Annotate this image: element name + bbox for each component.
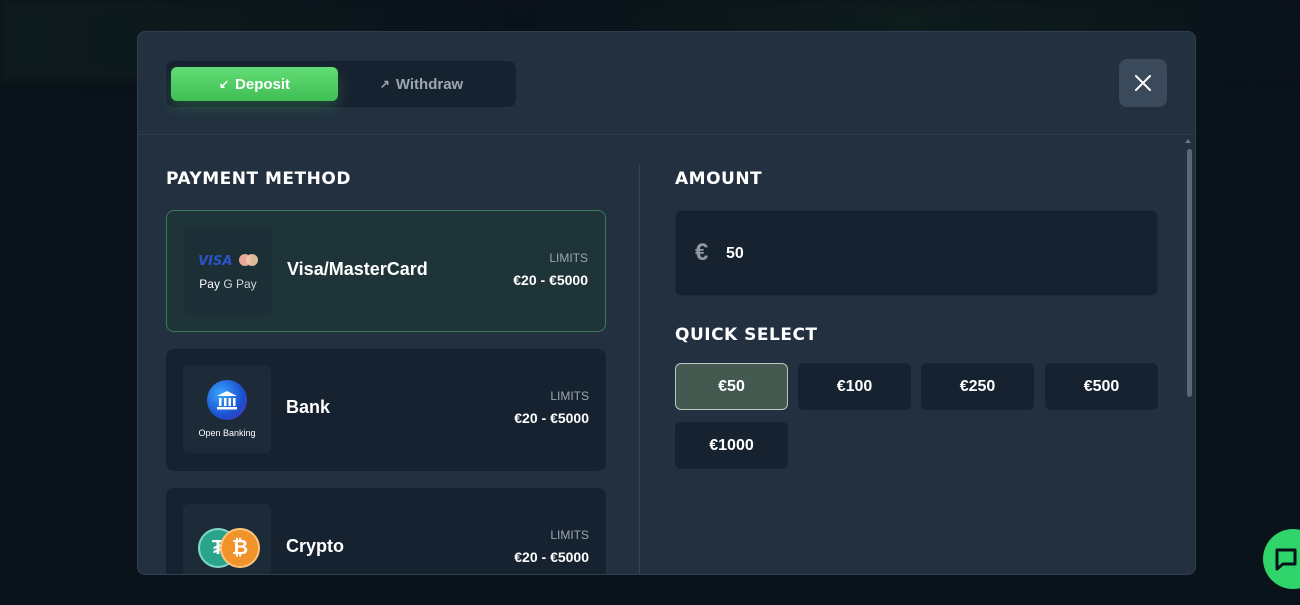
apple-pay-text: Pay	[199, 276, 220, 291]
scrollbar-thumb[interactable]	[1187, 149, 1192, 397]
method-name: Bank	[286, 397, 331, 417]
column-divider	[639, 165, 640, 574]
modal-body: PAYMENT METHOD VISA Pay G Pay Visa/Maste…	[138, 135, 1195, 574]
wallet-pay-logos: Pay G Pay	[199, 277, 256, 291]
amount-section: AMOUNT € QUICK SELECT €50 €100 €250 €500…	[675, 135, 1158, 469]
limits-value: €20 - €5000	[514, 549, 589, 565]
quick-select-250[interactable]: €250	[921, 363, 1034, 410]
tab-deposit[interactable]: ↙ Deposit	[171, 67, 338, 101]
tab-withdraw-label: Withdraw	[395, 75, 464, 93]
crypto-logo: ₮ ₿	[183, 504, 271, 574]
euro-icon: €	[695, 239, 709, 266]
amount-title: AMOUNT	[675, 169, 763, 189]
payment-method-section: PAYMENT METHOD VISA Pay G Pay Visa/Maste…	[166, 135, 606, 574]
limits-label: LIMITS	[549, 251, 588, 265]
amount-field[interactable]: €	[675, 210, 1158, 296]
tab-deposit-label: Deposit	[235, 75, 291, 93]
method-name: Visa/MasterCard	[287, 259, 428, 279]
deposit-modal: ↙ Deposit ↗ Withdraw PAYMENT METHOD VISA	[137, 31, 1196, 575]
method-card-bank[interactable]: Open Banking Bank LIMITS €20 - €5000	[166, 349, 606, 471]
close-button[interactable]	[1119, 59, 1167, 107]
tab-withdraw[interactable]: ↗ Withdraw	[338, 67, 505, 101]
limits-label: LIMITS	[550, 389, 589, 403]
quick-select-50[interactable]: €50	[675, 363, 788, 410]
visa-mastercard-logo: VISA Pay G Pay	[184, 227, 272, 315]
method-card-visa-mastercard[interactable]: VISA Pay G Pay Visa/MasterCard LIMITS €2…	[166, 210, 606, 332]
arrow-up-right-icon: ↗	[379, 77, 390, 91]
chat-icon	[1275, 548, 1297, 571]
method-name: Crypto	[286, 536, 344, 556]
visa-logo-text: VISA	[198, 253, 233, 269]
open-banking-caption: Open Banking	[198, 428, 256, 438]
quick-select-1000[interactable]: €1000	[675, 422, 788, 469]
modal-header: ↙ Deposit ↗ Withdraw	[138, 32, 1195, 135]
limits-value: €20 - €5000	[514, 410, 589, 426]
google-pay-text: G Pay	[223, 276, 257, 291]
limits-label: LIMITS	[550, 528, 589, 542]
arrow-down-left-icon: ↙	[218, 77, 230, 91]
quick-select-title: QUICK SELECT	[675, 325, 818, 345]
method-card-crypto[interactable]: ₮ ₿ Crypto LIMITS €20 - €5000	[166, 488, 606, 574]
open-banking-logo: Open Banking	[183, 365, 271, 453]
bank-icon	[207, 380, 247, 420]
payment-method-title: PAYMENT METHOD	[166, 169, 351, 189]
bitcoin-icon: ₿	[220, 528, 260, 568]
chat-button[interactable]	[1263, 529, 1300, 589]
close-icon	[1135, 75, 1151, 91]
limits-value: €20 - €5000	[513, 272, 588, 288]
mastercard-icon	[238, 254, 258, 267]
amount-input[interactable]	[726, 241, 1126, 267]
scroll-up-arrow[interactable]	[1185, 139, 1191, 143]
quick-select-500[interactable]: €500	[1045, 363, 1158, 410]
tab-bar: ↙ Deposit ↗ Withdraw	[166, 61, 516, 107]
quick-select-100[interactable]: €100	[798, 363, 911, 410]
